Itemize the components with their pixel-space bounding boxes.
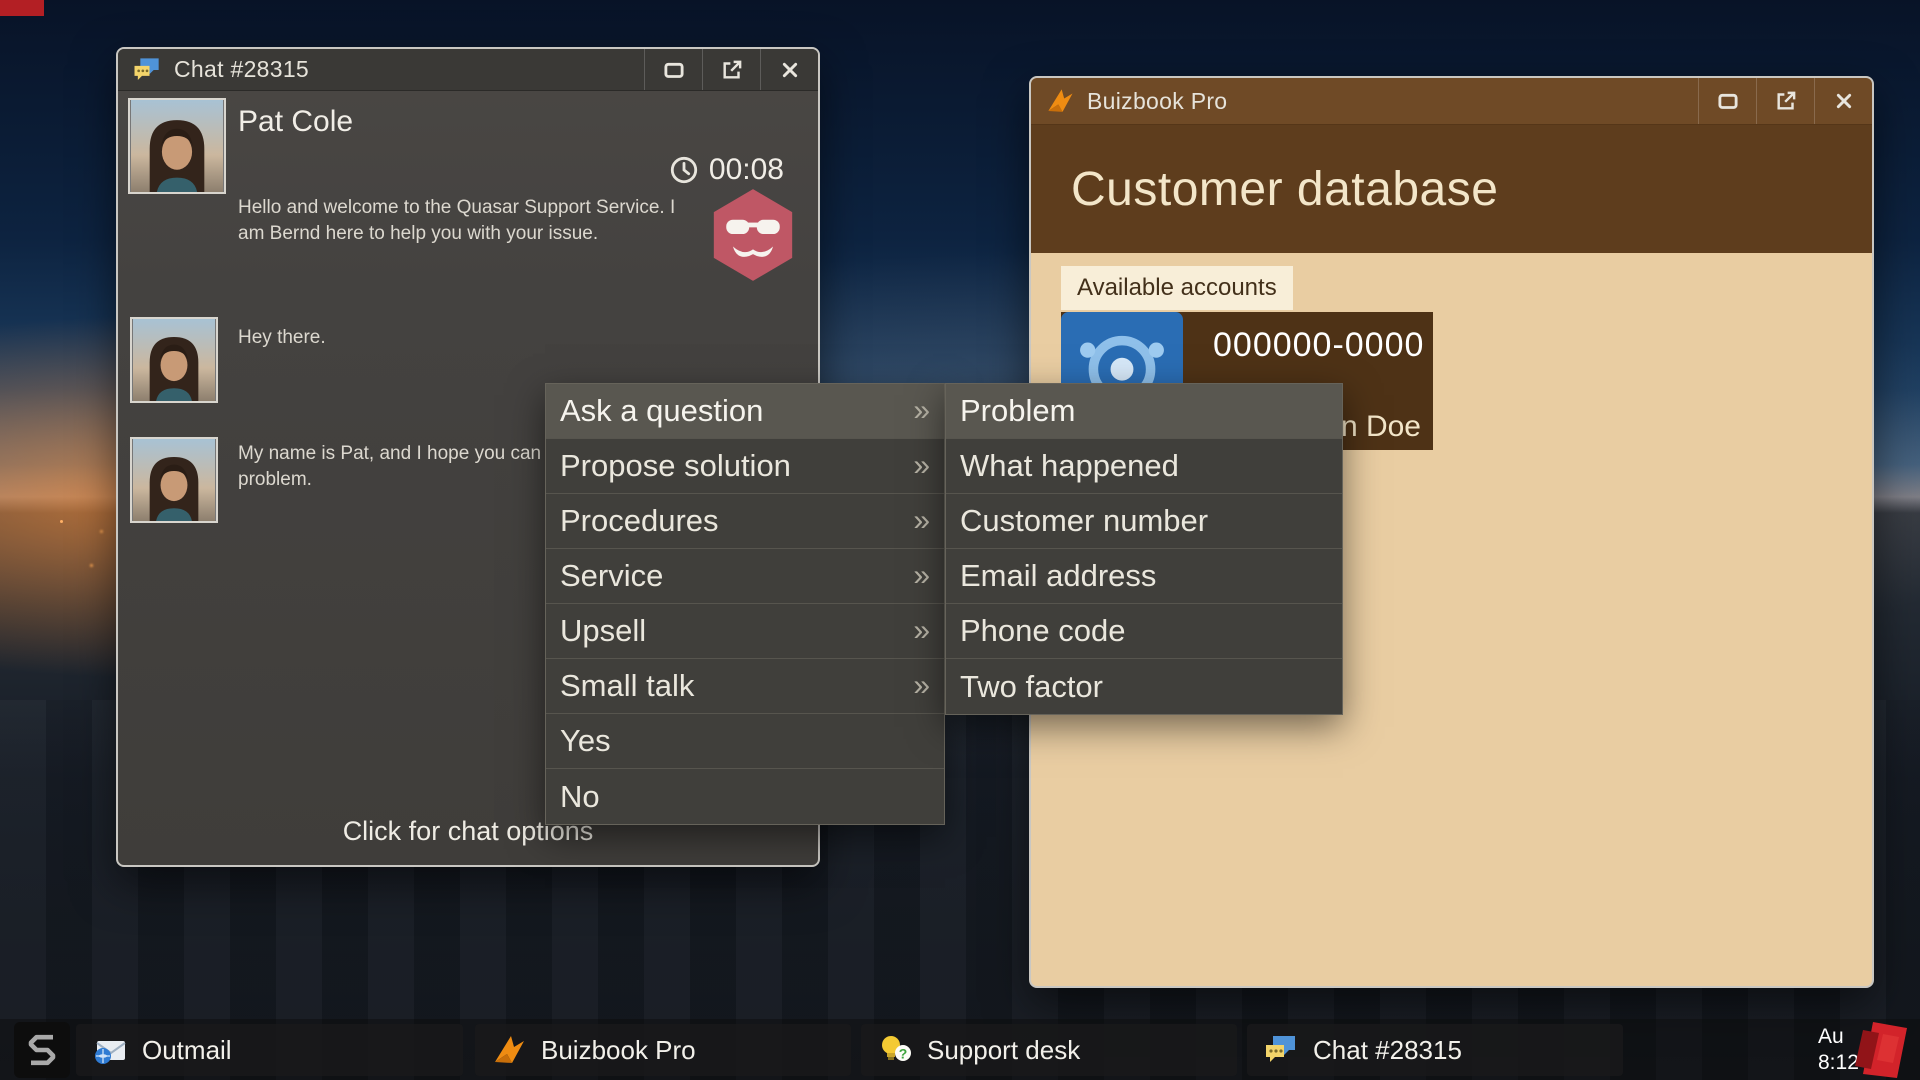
- available-accounts-label: Available accounts: [1061, 266, 1293, 310]
- chat-options-menu: Ask a question » Propose solution » Proc…: [545, 383, 945, 825]
- start-logo-button[interactable]: [14, 1022, 70, 1078]
- taskbar-item-label: Chat #28315: [1313, 1034, 1462, 1065]
- menu-item-label: Service: [560, 558, 664, 593]
- chat-options-submenu: Problem What happened Customer number Em…: [945, 383, 1343, 715]
- taskbar-item-label: Buizbook Pro: [541, 1034, 696, 1065]
- menu-item-propose-solution[interactable]: Propose solution »: [546, 439, 944, 494]
- menu-item-ask-a-question[interactable]: Ask a question »: [546, 384, 944, 439]
- chat-minimize-button[interactable]: [644, 49, 702, 90]
- buizbook-popout-button[interactable]: [1756, 78, 1814, 124]
- menu-item-upsell[interactable]: Upsell »: [546, 604, 944, 659]
- contact-avatar: [128, 98, 226, 194]
- chat-icon: [132, 55, 162, 85]
- bird-icon: [1045, 86, 1075, 116]
- page-title: Customer database: [1071, 162, 1499, 216]
- menu-item-label: Problem: [960, 393, 1076, 428]
- bulb-icon: [877, 1032, 913, 1068]
- submenu-chevron-icon: »: [913, 449, 930, 482]
- menu-item-small-talk[interactable]: Small talk »: [546, 659, 944, 714]
- chat-timer-value: 00:08: [708, 153, 784, 186]
- chat-window-controls: [644, 49, 818, 90]
- menu-item-label: Email address: [960, 558, 1157, 593]
- submenu-item-what-happened[interactable]: What happened: [946, 439, 1342, 494]
- watermark-logo: [1845, 1016, 1917, 1080]
- customer-database-header: Customer database: [1031, 125, 1872, 253]
- popout-icon: [1773, 88, 1799, 114]
- menu-item-label: Upsell: [560, 613, 647, 648]
- buizbook-minimize-button[interactable]: [1698, 78, 1756, 124]
- submenu-item-problem[interactable]: Problem: [946, 384, 1342, 439]
- menu-item-yes[interactable]: Yes: [546, 714, 944, 769]
- buizbook-titlebar[interactable]: Buizbook Pro: [1031, 78, 1872, 125]
- agent-avatar: [710, 187, 796, 283]
- menu-item-label: Two factor: [960, 668, 1103, 704]
- taskbar-item-outmail[interactable]: Outmail: [76, 1024, 463, 1076]
- chat-window-title: Chat #28315: [174, 56, 310, 82]
- submenu-item-email-address[interactable]: Email address: [946, 549, 1342, 604]
- clock-icon: [669, 155, 699, 185]
- submenu-chevron-icon: »: [913, 614, 930, 647]
- city-lights-decoration: [60, 520, 63, 523]
- chat-titlebar[interactable]: Chat #28315: [118, 49, 818, 91]
- quasar-logo-icon: [20, 1028, 64, 1072]
- chat-close-button[interactable]: [760, 49, 818, 90]
- game-desktop: Chat #28315 Pat Cole 00:08 Hello and wel…: [0, 0, 1920, 1080]
- account-number: 000000-0000: [1213, 326, 1425, 364]
- submenu-chevron-icon: »: [913, 669, 930, 702]
- menu-item-label: Customer number: [960, 503, 1209, 538]
- contact-name: Pat Cole: [238, 105, 354, 138]
- close-icon: [777, 57, 803, 83]
- close-icon: [1831, 88, 1857, 114]
- buizbook-window-controls: [1698, 78, 1872, 124]
- popout-icon: [719, 57, 745, 83]
- menu-item-label: Small talk: [560, 668, 695, 703]
- submenu-item-phone-code[interactable]: Phone code: [946, 604, 1342, 659]
- buizbook-window-title: Buizbook Pro: [1087, 87, 1228, 114]
- customer-avatar: [130, 317, 218, 403]
- minimize-icon: [1715, 88, 1741, 114]
- corner-red-mark: [0, 0, 44, 16]
- submenu-item-two-factor[interactable]: Two factor: [946, 659, 1342, 714]
- taskbar-item-chat[interactable]: Chat #28315: [1247, 1024, 1623, 1076]
- minimize-icon: [661, 57, 687, 83]
- taskbar-item-buizbook-pro[interactable]: Buizbook Pro: [475, 1024, 851, 1076]
- menu-item-label: Phone code: [960, 613, 1126, 648]
- menu-item-label: Procedures: [560, 503, 719, 538]
- menu-item-label: No: [560, 778, 600, 814]
- taskbar-item-label: Support desk: [927, 1034, 1081, 1065]
- buizbook-close-button[interactable]: [1814, 78, 1872, 124]
- taskbar-item-support-desk[interactable]: Support desk: [861, 1024, 1237, 1076]
- account-name: n Doe: [1340, 410, 1421, 443]
- press-watermark-icon: [1845, 1016, 1917, 1080]
- chat-message-agent: Hello and welcome to the Quasar Support …: [238, 197, 676, 244]
- submenu-chevron-icon: »: [913, 504, 930, 537]
- taskbar-item-label: Outmail: [142, 1034, 232, 1065]
- submenu-item-customer-number[interactable]: Customer number: [946, 494, 1342, 549]
- chat-timer: 00:08: [669, 153, 784, 187]
- menu-item-label: Ask a question: [560, 393, 764, 428]
- menu-item-procedures[interactable]: Procedures »: [546, 494, 944, 549]
- chat-popout-button[interactable]: [702, 49, 760, 90]
- menu-item-label: Propose solution: [560, 448, 791, 483]
- submenu-chevron-icon: »: [913, 394, 930, 427]
- submenu-chevron-icon: »: [913, 559, 930, 592]
- menu-item-label: What happened: [960, 448, 1179, 483]
- customer-avatar: [130, 437, 218, 523]
- chat-icon: [1263, 1032, 1299, 1068]
- mail-icon: [92, 1032, 128, 1068]
- chat-message-customer: Hey there.: [238, 327, 326, 348]
- menu-item-no[interactable]: No: [546, 769, 944, 824]
- bird-icon: [491, 1032, 527, 1068]
- menu-item-service[interactable]: Service »: [546, 549, 944, 604]
- menu-item-label: Yes: [560, 723, 611, 758]
